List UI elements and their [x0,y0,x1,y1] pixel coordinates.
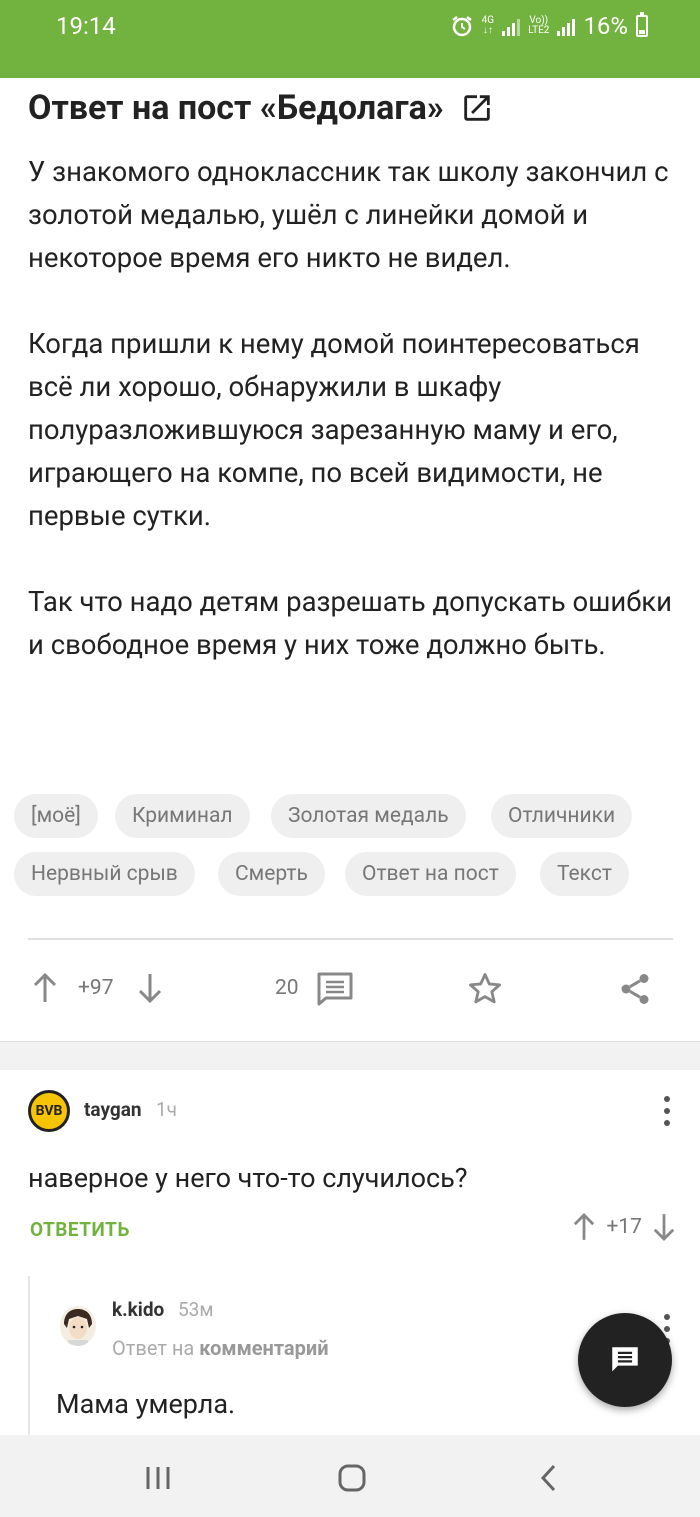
comments-fab-button[interactable] [578,1313,672,1407]
post-paragraph: У знакомого одноклассник так школу закон… [28,155,669,274]
comment-icon [612,1347,638,1372]
comment-votes: +17 [572,1212,676,1242]
post-card: Ответ на пост «Бедолага» У знакомого одн… [0,78,700,1042]
reply-to-label: Ответ на комментарий [112,1336,329,1360]
comment-time: 53м [178,1298,214,1321]
tag[interactable]: Криминал [115,794,250,838]
tag[interactable]: Смерть [218,852,325,896]
tag[interactable]: Золотая медаль [271,794,466,838]
reply-button[interactable]: ОТВЕТИТЬ [30,1218,130,1241]
more-options-icon[interactable] [664,1096,670,1126]
battery-icon [636,12,648,37]
comments-count[interactable]: 20 [275,976,299,1000]
tag[interactable]: Текст [540,852,629,896]
comment-text: Мама умерла. [56,1388,236,1420]
volte-icon: Vo)) LTE2 [528,15,550,36]
tag[interactable]: [моё] [14,794,98,838]
comment-time: 1ч [156,1098,178,1121]
divider [28,938,673,940]
post-rating: +97 [78,976,114,1000]
downvote-arrow-icon[interactable] [137,972,163,1004]
recent-apps-icon[interactable] [144,1465,172,1491]
comment-author[interactable]: taygan [84,1098,142,1121]
tag[interactable]: Ответ на пост [345,852,516,896]
tag[interactable]: Нервный срыв [14,852,195,896]
downvote-arrow-icon[interactable] [652,1212,676,1242]
system-nav-bar [0,1435,700,1517]
post-paragraph: Так что надо детям разрешать допускать о… [28,585,673,661]
post-paragraph: Когда пришли к нему домой поинтересовать… [28,327,640,532]
battery-percent: 16% [583,12,628,40]
status-bar: 19:14 4G ↓↑ Vo)) LTE2 16% [0,0,700,78]
external-link-icon[interactable] [460,91,494,125]
post-actions: +97 20 [0,958,700,1018]
status-time: 19:14 [56,12,116,40]
home-icon[interactable] [337,1463,367,1493]
signal-icon [502,16,521,36]
share-icon[interactable] [617,970,653,1008]
post-title[interactable]: Ответ на пост «Бедолага» [28,88,444,128]
upvote-arrow-icon[interactable] [572,1212,596,1242]
alarm-icon [451,16,472,37]
back-icon[interactable] [538,1463,558,1493]
post-title-row[interactable]: Ответ на пост «Бедолага» [28,88,494,128]
comment-author[interactable]: k.kido [112,1298,164,1321]
comment-text: наверное у него что-то случилось? [28,1162,468,1194]
upvote-arrow-icon[interactable] [32,972,58,1004]
network-4g-icon: 4G ↓↑ [481,15,495,36]
star-icon[interactable] [466,970,504,1008]
signal-2-icon [557,16,576,36]
reply-to-link[interactable]: комментарий [199,1336,328,1360]
status-icons: 4G ↓↑ Vo)) LTE2 16% [450,12,648,40]
post-body: У знакомого одноклассник так школу закон… [28,150,678,709]
avatar[interactable]: BVB [28,1090,70,1132]
thread-line [28,1276,30,1435]
comment-rating: +17 [606,1215,642,1239]
tag[interactable]: Отличники [491,794,633,838]
avatar[interactable] [60,1306,96,1346]
comments-icon[interactable] [316,971,354,1007]
